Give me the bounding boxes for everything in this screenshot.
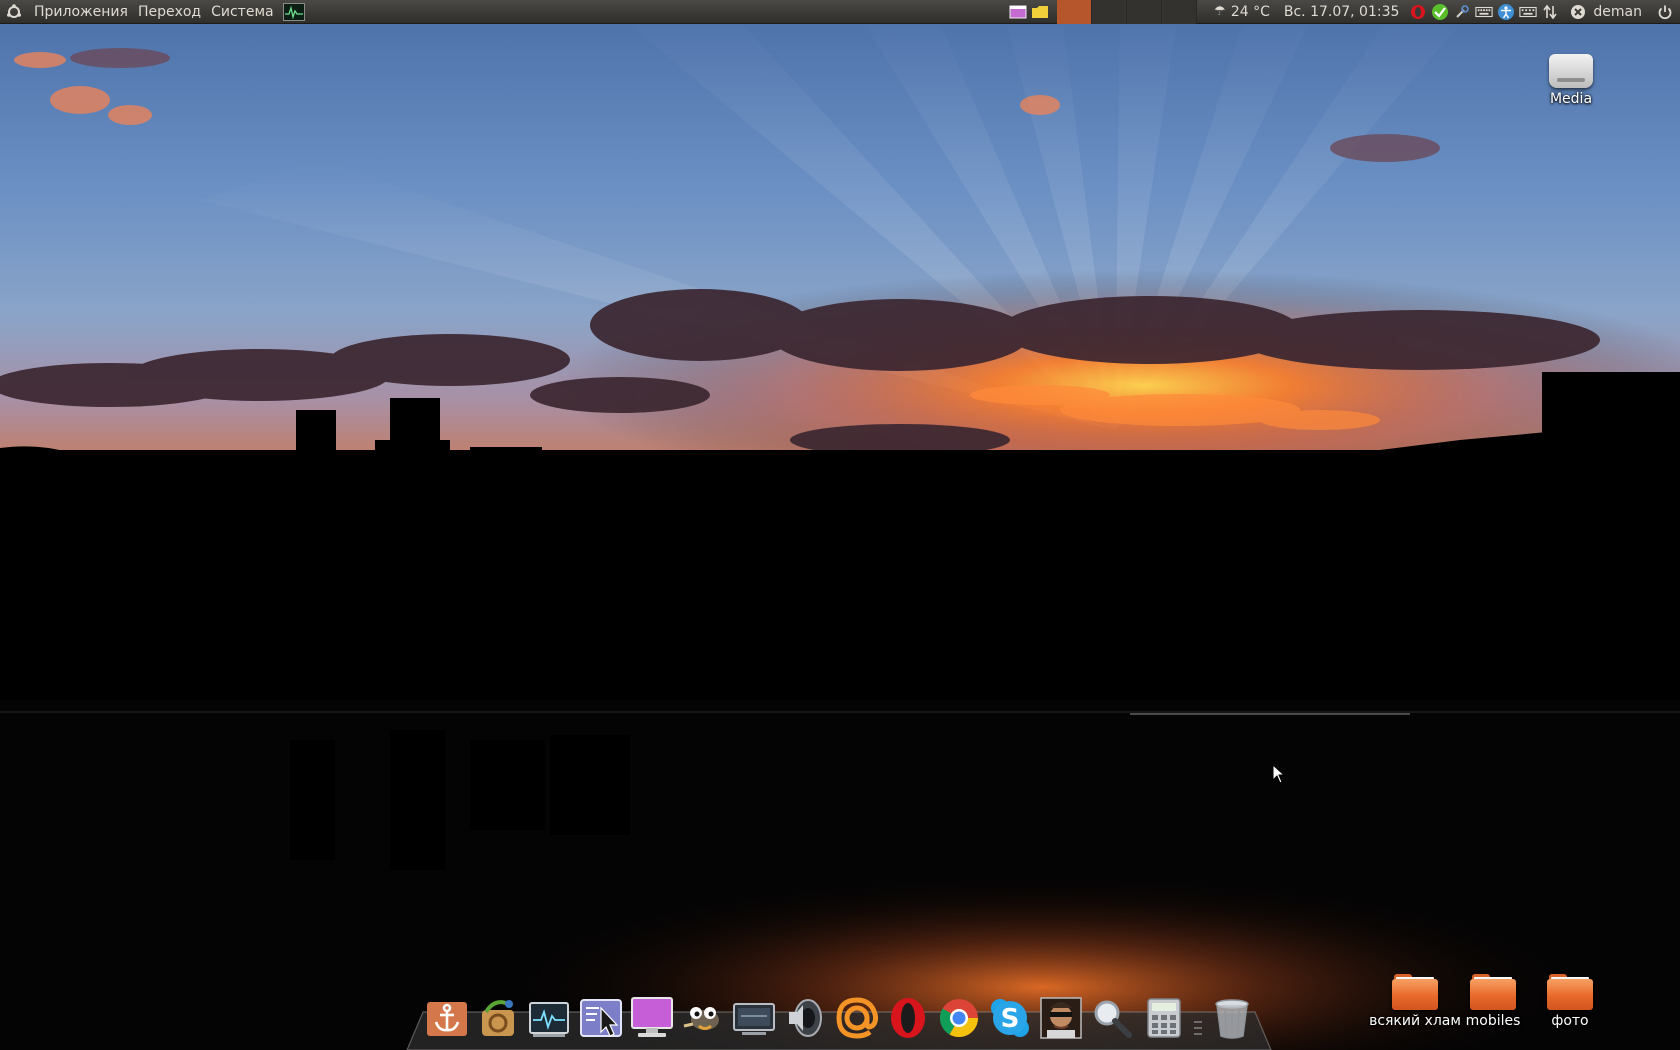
menu-applications[interactable]: Приложения [29, 0, 133, 24]
anchor-icon [427, 1002, 467, 1036]
dock-item-system-monitor[interactable] [525, 994, 573, 1042]
dock-item-docky-settings[interactable] [423, 994, 471, 1042]
desktop[interactable]: Приложения Переход Система ☂ 24 °C Вс. 1… [0, 0, 1680, 1050]
weather-indicator[interactable]: ☂ 24 °C [1203, 3, 1276, 21]
search-icon [1094, 1000, 1133, 1038]
svg-text:S: S [1001, 1004, 1020, 1034]
separator [1193, 1021, 1202, 1035]
mail-ru-agent-icon [835, 997, 878, 1039]
dock-item-window-picker[interactable] [577, 994, 625, 1042]
dock-items: S [423, 992, 1259, 1042]
folder-shortcut-icon[interactable] [1031, 3, 1049, 21]
window-list[interactable] [1056, 0, 1197, 24]
folder-label: фото [1551, 1013, 1589, 1029]
media-drive-label: Media [1549, 91, 1593, 107]
ubuntu-tweak-icon [482, 1000, 515, 1036]
username[interactable]: deman [1589, 4, 1648, 20]
avatar-icon [1040, 997, 1082, 1039]
dock-item-opera[interactable] [884, 994, 932, 1042]
dock-item-gimp[interactable] [679, 994, 727, 1042]
network-transfer-icon[interactable] [1541, 3, 1559, 21]
dock-item-search[interactable] [1088, 994, 1136, 1042]
power-icon[interactable] [1656, 3, 1674, 21]
skype-icon: S [991, 999, 1030, 1037]
window-slot[interactable] [1161, 0, 1197, 24]
network-tool-icon[interactable] [1453, 3, 1471, 21]
screenshot-icon [733, 1003, 776, 1035]
trash-icon [1215, 999, 1249, 1039]
clock[interactable]: Вс. 17.07, 01:35 [1276, 4, 1408, 20]
keyboard-icon[interactable] [1475, 3, 1494, 21]
folder-icon [1547, 974, 1593, 1010]
folder-photo[interactable]: фото [1515, 974, 1625, 1029]
keyboard-layout-icon[interactable] [1519, 3, 1538, 21]
window-slot[interactable] [1091, 0, 1127, 24]
system-monitor-icon [529, 1002, 570, 1037]
folder-icon [1392, 974, 1438, 1010]
menu-system[interactable]: Система [206, 0, 278, 24]
dock-item-avatar[interactable] [1037, 994, 1085, 1042]
folder-label: mobiles [1465, 1013, 1521, 1029]
dock-item-screenshot[interactable] [730, 994, 778, 1042]
window-slot-active[interactable] [1056, 0, 1092, 24]
window-slot[interactable] [1126, 0, 1162, 24]
top-panel: Приложения Переход Система ☂ 24 °C Вс. 1… [0, 0, 1680, 24]
dock-item-trash[interactable] [1208, 994, 1256, 1042]
menu-places[interactable]: Переход [133, 0, 206, 24]
mouse-pointer-icon [1272, 764, 1286, 784]
dock-item-calculator[interactable] [1140, 994, 1188, 1042]
menu-bar: Приложения Переход Система [0, 0, 305, 24]
wallpaper [0, 0, 1680, 1050]
drive-icon [1549, 54, 1593, 88]
ubuntu-logo-icon[interactable] [5, 3, 23, 21]
weather-temperature: 24 °C [1230, 3, 1270, 20]
opera-tray-icon[interactable] [1409, 3, 1427, 21]
dock-item-display-settings[interactable] [628, 994, 676, 1042]
system-monitor-applet-icon[interactable] [282, 2, 305, 21]
dock-item-skype[interactable]: S [986, 994, 1034, 1042]
folder-icon [1470, 974, 1516, 1010]
opera-icon [890, 998, 925, 1038]
media-drive[interactable]: Media [1516, 54, 1626, 107]
dock: S [405, 992, 1273, 1050]
dock-item-separator [1191, 994, 1205, 1042]
window-picker-icon [579, 999, 622, 1037]
calculator-icon [1146, 998, 1181, 1038]
dock-item-ubuntu-tweak[interactable] [474, 994, 522, 1042]
dock-item-mail-agent[interactable] [833, 994, 881, 1042]
dock-item-volume[interactable] [781, 994, 829, 1042]
chrome-icon [939, 999, 978, 1038]
gimp-icon [683, 1007, 719, 1030]
window-selector-icon[interactable] [1009, 3, 1027, 21]
speaker-icon [789, 999, 823, 1037]
update-ok-icon[interactable] [1431, 3, 1449, 21]
panel-right: ☂ 24 °C Вс. 17.07, 01:35 deman [1007, 0, 1680, 24]
accessibility-icon[interactable] [1497, 3, 1515, 21]
user-status-icon[interactable] [1569, 3, 1587, 21]
display-icon [630, 997, 673, 1037]
dock-item-chrome[interactable] [935, 994, 983, 1042]
weather-icon: ☂ [1214, 3, 1226, 19]
